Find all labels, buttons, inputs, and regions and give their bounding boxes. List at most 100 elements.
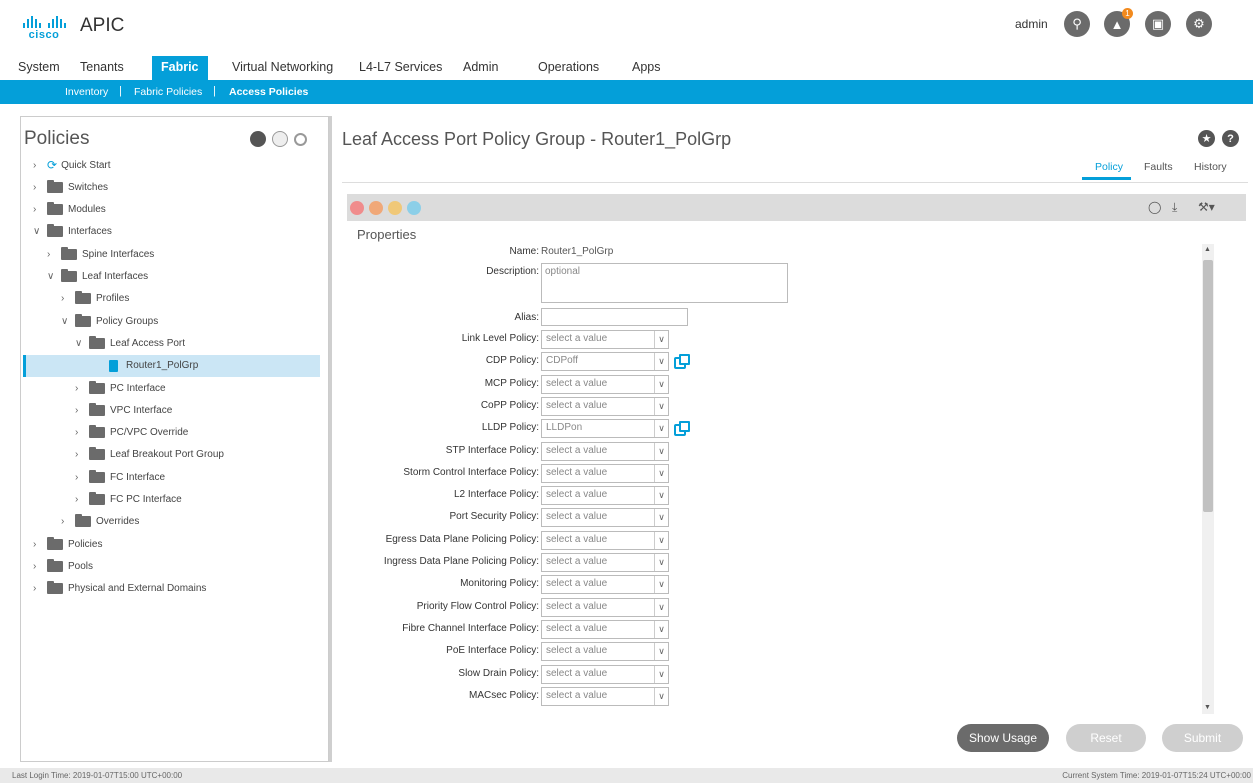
chevron-right-icon[interactable]: › — [61, 293, 71, 304]
chevron-down-icon[interactable]: ∨ — [654, 464, 668, 482]
subnav-fabric-policies[interactable]: Fabric Policies — [134, 86, 202, 98]
cisco-logo: cisco — [22, 16, 66, 44]
chevron-down-icon[interactable]: ∨ — [654, 397, 668, 415]
show-usage-button[interactable]: Show Usage — [957, 724, 1049, 752]
chevron-right-icon[interactable]: › — [33, 583, 43, 594]
chevron-down-icon[interactable]: ∨ — [47, 271, 57, 282]
tree-item[interactable]: ∨ Interfaces — [33, 221, 311, 243]
tab-system[interactable]: System — [9, 56, 69, 80]
subnav-inventory[interactable]: Inventory — [65, 86, 108, 98]
policy-select[interactable]: LLDPon ∨ — [541, 419, 669, 439]
tab-admin[interactable]: Admin — [454, 56, 507, 80]
gear-icon[interactable]: ⚙ — [1186, 11, 1212, 37]
chevron-right-icon[interactable]: › — [33, 561, 43, 572]
chevron-right-icon[interactable]: › — [47, 249, 57, 260]
chevron-right-icon[interactable]: › — [75, 472, 85, 483]
tools-icon[interactable]: ⚒▾ — [1198, 200, 1215, 214]
chevron-right-icon[interactable]: › — [33, 204, 43, 215]
policy-select[interactable]: select a value ∨ — [541, 441, 669, 461]
tree-item[interactable]: › Profiles — [61, 288, 311, 310]
download-icon[interactable]: ⤓ — [1172, 200, 1177, 215]
policy-select[interactable]: select a value ∨ — [541, 463, 669, 483]
chevron-down-icon[interactable]: ∨ — [654, 554, 668, 571]
chevron-right-icon[interactable]: › — [75, 405, 85, 416]
chevron-down-icon[interactable]: ∨ — [654, 420, 668, 438]
chevron-right-icon[interactable]: › — [75, 383, 85, 394]
policy-select-value: select a value — [546, 556, 608, 567]
tab-tenants[interactable]: Tenants — [71, 56, 133, 80]
chevron-down-icon[interactable]: ∨ — [654, 643, 668, 661]
chevron-down-icon[interactable]: ∨ — [33, 226, 43, 237]
monitor-icon[interactable]: ▣ — [1145, 11, 1171, 37]
tab-history[interactable]: History — [1194, 161, 1227, 173]
policy-select[interactable]: select a value ∨ — [541, 575, 669, 595]
chevron-down-icon[interactable]: ∨ — [654, 665, 668, 683]
chevron-right-icon[interactable]: › — [33, 182, 43, 193]
tab-fabric[interactable]: Fabric — [152, 56, 208, 80]
policy-select[interactable]: select a value ∨ — [541, 619, 669, 639]
help-icon[interactable]: ? — [1222, 130, 1239, 147]
chevron-down-icon[interactable]: ∨ — [61, 316, 71, 327]
policy-select[interactable]: select a value ∨ — [541, 686, 669, 706]
chevron-down-icon[interactable]: ∨ — [654, 375, 668, 393]
tree-item[interactable]: › ⟳ Quick Start — [33, 154, 311, 176]
chevron-down-icon[interactable]: ∨ — [654, 531, 668, 549]
policy-select[interactable]: select a value ∨ — [541, 374, 669, 394]
policy-icon[interactable] — [250, 131, 266, 147]
chevron-right-icon[interactable]: › — [33, 160, 43, 171]
warning-fault-icon[interactable] — [407, 201, 421, 215]
major-fault-icon[interactable] — [369, 201, 383, 215]
policy-select[interactable]: select a value ∨ — [541, 597, 669, 617]
policy-select[interactable]: select a value ∨ — [541, 553, 669, 572]
chevron-right-icon[interactable]: › — [75, 449, 85, 460]
tab-policy[interactable]: Policy — [1095, 161, 1123, 173]
policy-select[interactable]: select a value ∨ — [541, 508, 669, 528]
chevron-right-icon[interactable]: › — [75, 494, 85, 505]
chevron-right-icon[interactable]: › — [61, 516, 71, 527]
tab-operations[interactable]: Operations — [529, 56, 608, 80]
policy-select[interactable]: select a value ∨ — [541, 642, 669, 662]
tree-item[interactable]: › Switches — [33, 176, 311, 198]
chevron-down-icon[interactable]: ∨ — [654, 487, 668, 505]
description-field[interactable]: optional — [541, 263, 788, 303]
policy-select[interactable]: select a value ∨ — [541, 530, 669, 550]
reset-button[interactable]: Reset — [1066, 724, 1146, 752]
open-external-icon[interactable] — [674, 421, 690, 437]
refresh-icon[interactable] — [294, 133, 307, 146]
chevron-down-icon[interactable]: ∨ — [654, 687, 668, 705]
submit-button[interactable]: Submit — [1162, 724, 1243, 752]
chevron-down-icon[interactable]: ∨ — [654, 509, 668, 527]
user-name[interactable]: admin — [1015, 17, 1048, 31]
list-icon[interactable] — [272, 131, 288, 147]
tab-virtual-networking[interactable]: Virtual Networking — [223, 56, 342, 80]
scrollbar[interactable]: ▲ ▼ — [1202, 244, 1214, 714]
chevron-down-icon[interactable]: ∨ — [75, 338, 85, 349]
policy-select[interactable]: select a value ∨ — [541, 330, 669, 349]
critical-fault-icon[interactable] — [350, 201, 364, 215]
chevron-down-icon[interactable]: ∨ — [654, 576, 668, 594]
search-icon[interactable]: ⚲ — [1064, 11, 1090, 37]
favorite-icon[interactable]: ★ — [1198, 130, 1215, 147]
chevron-right-icon[interactable]: › — [33, 539, 43, 550]
chevron-down-icon[interactable]: ∨ — [654, 442, 668, 460]
tab-apps[interactable]: Apps — [623, 56, 670, 80]
minor-fault-icon[interactable] — [388, 201, 402, 215]
policy-select[interactable]: select a value ∨ — [541, 664, 669, 684]
tab-faults[interactable]: Faults — [1144, 161, 1173, 173]
chevron-down-icon[interactable]: ∨ — [654, 598, 668, 616]
chevron-down-icon[interactable]: ∨ — [654, 620, 668, 638]
tab-l4-l7-services[interactable]: L4-L7 Services — [350, 56, 451, 80]
scrollbar-thumb[interactable] — [1203, 260, 1213, 512]
chevron-down-icon[interactable]: ∨ — [654, 331, 668, 348]
chevron-down-icon[interactable]: ∨ — [654, 353, 668, 371]
policy-select[interactable]: CDPoff ∨ — [541, 352, 669, 372]
chevron-right-icon[interactable]: › — [75, 427, 85, 438]
open-external-icon[interactable] — [674, 354, 690, 370]
subnav-access-policies[interactable]: Access Policies — [229, 86, 308, 98]
policy-select[interactable]: select a value ∨ — [541, 396, 669, 416]
bell-icon[interactable]: ▲ 1 — [1104, 8, 1133, 37]
alias-field[interactable] — [541, 308, 688, 326]
refresh-icon[interactable]: ◯ — [1148, 200, 1161, 214]
policy-select[interactable]: select a value ∨ — [541, 486, 669, 506]
tree-item[interactable]: › Modules — [33, 199, 311, 221]
